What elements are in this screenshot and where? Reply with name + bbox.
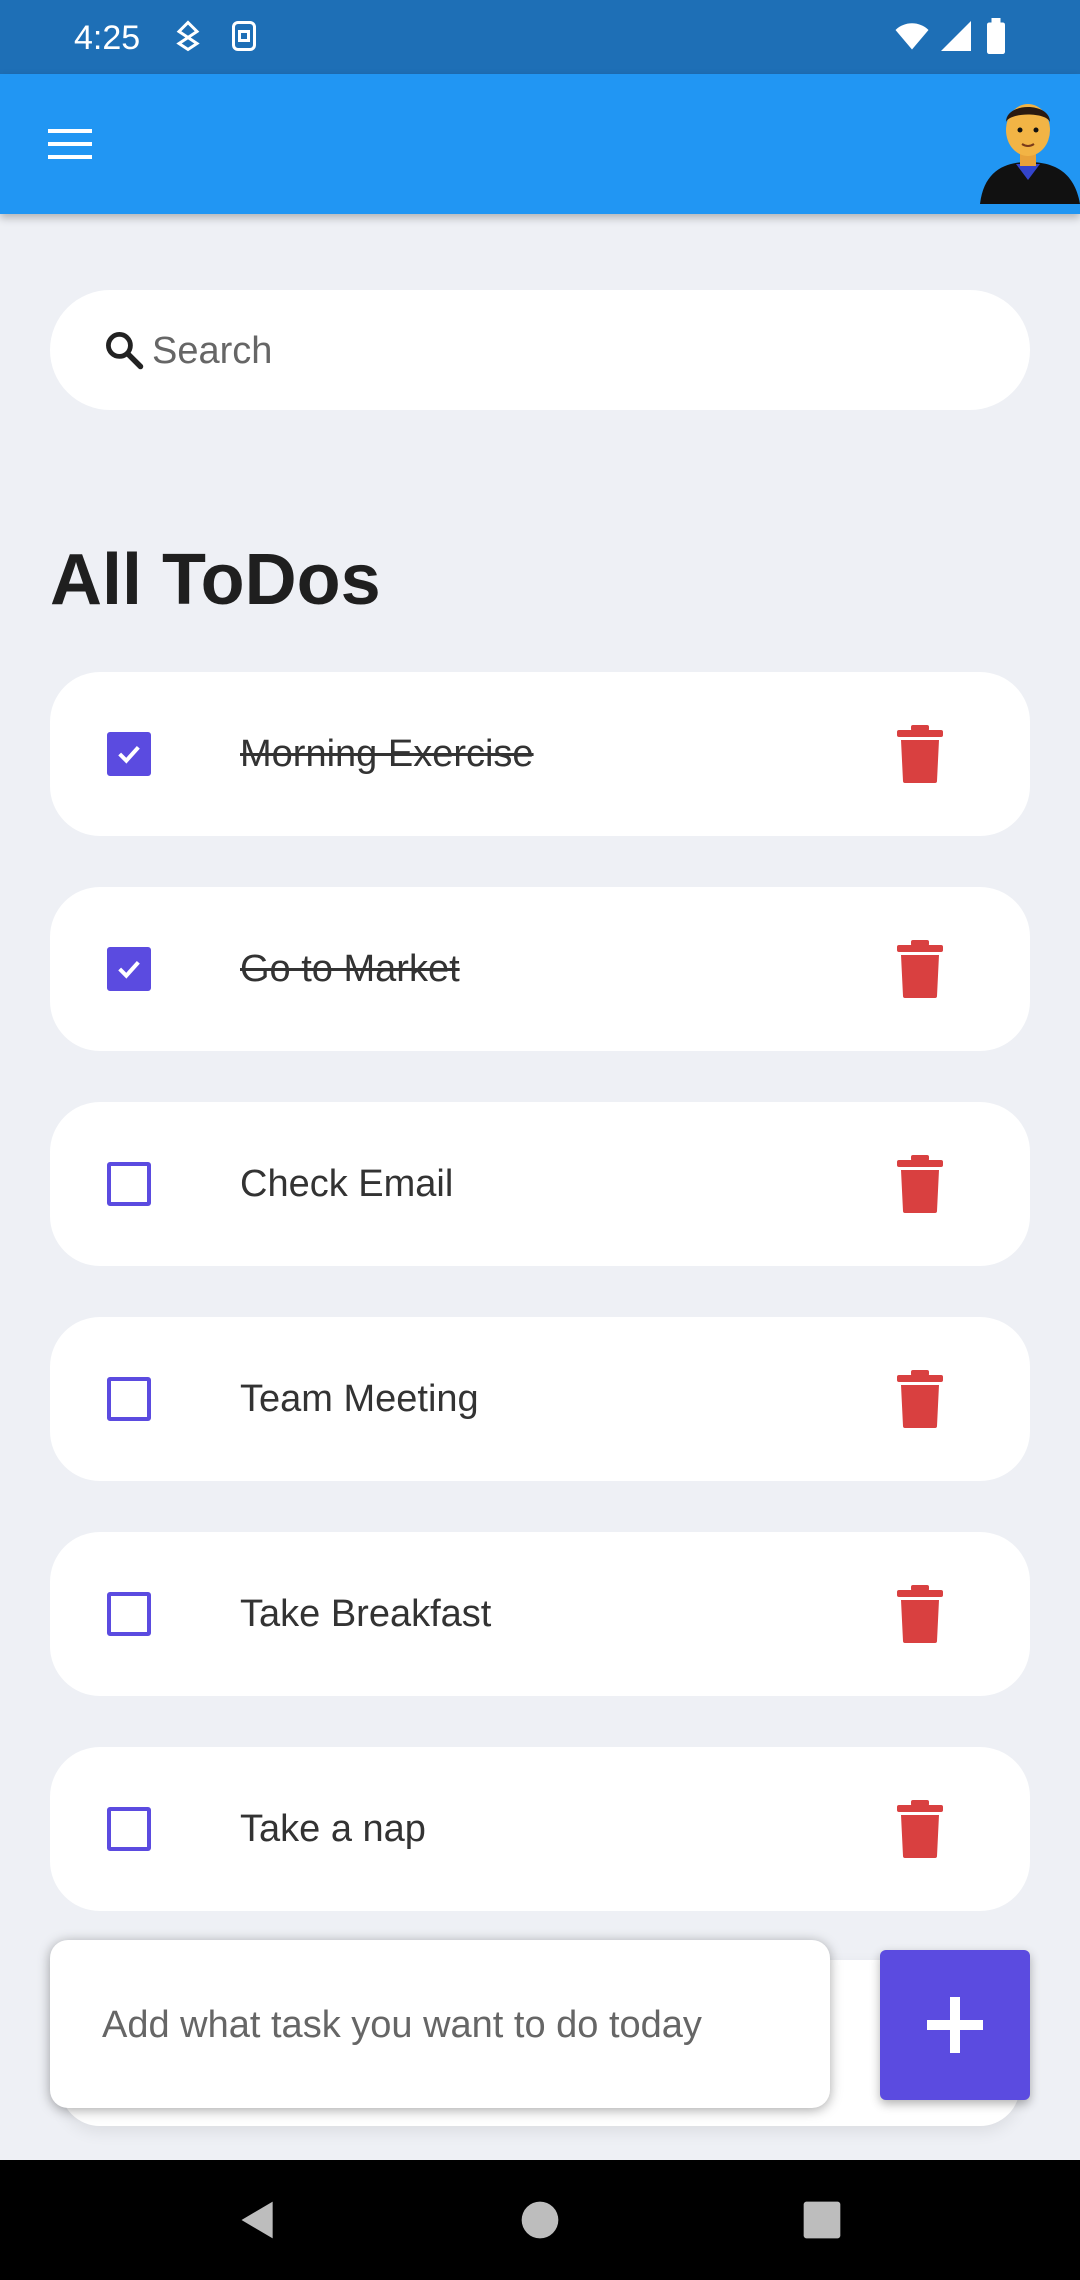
- check-icon: [118, 960, 140, 979]
- back-icon[interactable]: [236, 2198, 280, 2242]
- avatar[interactable]: [976, 92, 1080, 204]
- navigation-icon: [170, 18, 206, 54]
- todo-checkbox[interactable]: [107, 732, 151, 776]
- todo-text: Morning Exercise: [240, 733, 534, 775]
- todo-item: Take a nap: [50, 1747, 1030, 1911]
- delete-icon[interactable]: [895, 1800, 945, 1858]
- todo-checkbox[interactable]: [107, 947, 151, 991]
- todo-text: Check Email: [240, 1163, 454, 1205]
- todo-text: Take a nap: [240, 1808, 426, 1850]
- plus-icon: [927, 1997, 983, 2053]
- battery-icon: [982, 18, 1010, 54]
- todo-text: Go to Market: [240, 948, 460, 990]
- delete-icon[interactable]: [895, 1585, 945, 1643]
- search-box[interactable]: [50, 290, 1030, 410]
- home-icon[interactable]: [518, 2198, 562, 2242]
- app-bar: [0, 74, 1080, 214]
- signal-icon: [938, 18, 974, 54]
- status-bar: 4:25: [0, 0, 1080, 74]
- add-task-box[interactable]: [50, 1940, 830, 2108]
- todo-checkbox[interactable]: [107, 1162, 151, 1206]
- search-icon: [102, 328, 146, 372]
- todo-text: Team Meeting: [240, 1378, 479, 1420]
- wifi-icon: [892, 18, 932, 54]
- todo-checkbox[interactable]: [107, 1807, 151, 1851]
- nav-bar: [0, 2160, 1080, 2280]
- delete-icon[interactable]: [895, 1370, 945, 1428]
- add-task-input[interactable]: [100, 1994, 804, 2056]
- add-task-button[interactable]: [880, 1950, 1030, 2100]
- todo-item: Check Email: [50, 1102, 1030, 1266]
- todo-item: Team Meeting: [50, 1317, 1030, 1481]
- sim-icon: [226, 18, 262, 54]
- status-time: 4:25: [74, 19, 141, 57]
- delete-icon[interactable]: [895, 1155, 945, 1213]
- page-title: All ToDos: [50, 540, 381, 620]
- search-input[interactable]: [150, 318, 974, 384]
- todo-checkbox[interactable]: [107, 1377, 151, 1421]
- check-icon: [118, 745, 140, 764]
- menu-icon[interactable]: [40, 119, 100, 169]
- todo-text: Take Breakfast: [240, 1593, 492, 1635]
- recents-icon[interactable]: [800, 2198, 844, 2242]
- delete-icon[interactable]: [895, 940, 945, 998]
- todo-item: Go to Market: [50, 887, 1030, 1051]
- todo-checkbox[interactable]: [107, 1592, 151, 1636]
- delete-icon[interactable]: [895, 725, 945, 783]
- todo-item: Take Breakfast: [50, 1532, 1030, 1696]
- todo-item: Morning Exercise: [50, 672, 1030, 836]
